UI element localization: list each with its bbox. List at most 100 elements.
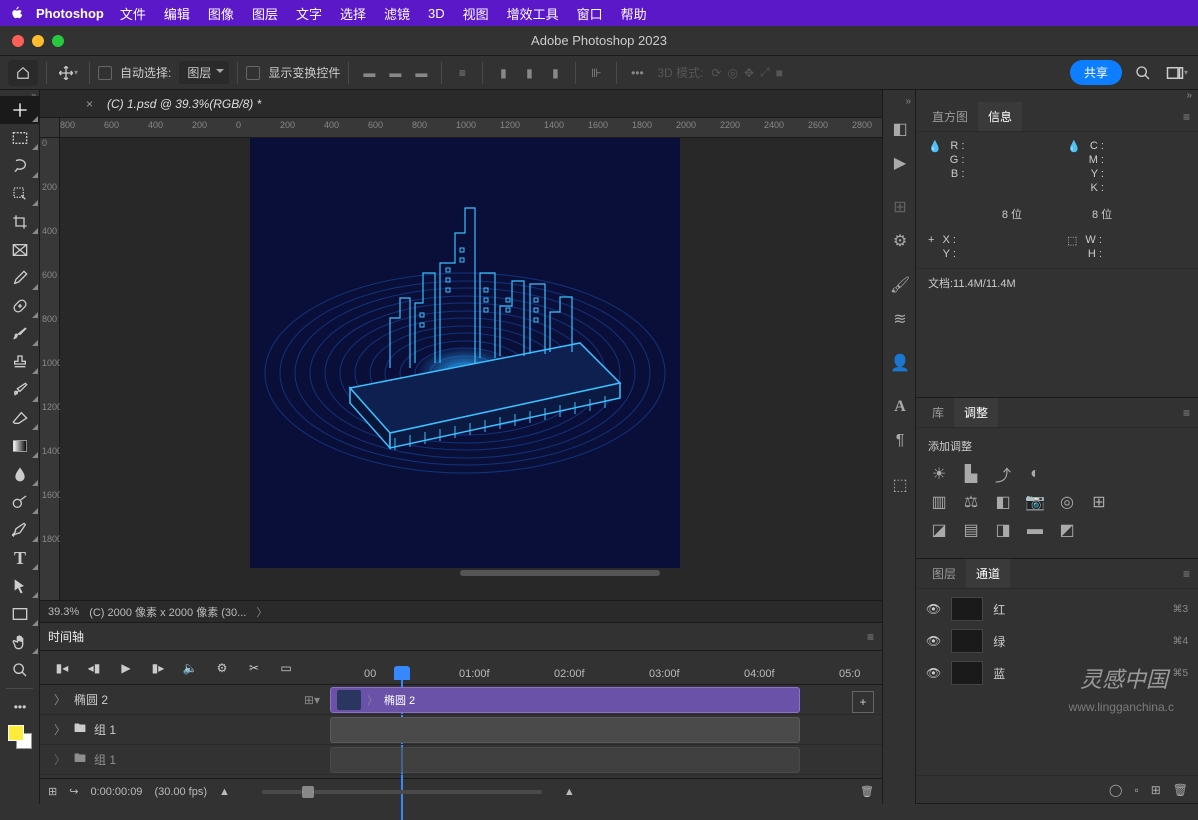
tab-adjustments[interactable]: 调整 bbox=[954, 398, 998, 427]
load-selection-icon[interactable]: ◯ bbox=[1109, 783, 1122, 797]
marquee-tool[interactable] bbox=[0, 124, 40, 152]
quick-select-tool[interactable] bbox=[0, 180, 40, 208]
convert-frames-icon[interactable]: ⊞ bbox=[48, 785, 57, 798]
channel-row[interactable]: 👁 红 ⌘3 bbox=[916, 593, 1198, 625]
timeline-clip[interactable] bbox=[330, 717, 800, 743]
menu-view[interactable]: 视图 bbox=[463, 4, 489, 23]
menu-file[interactable]: 文件 bbox=[120, 4, 146, 23]
eyedropper-tool[interactable] bbox=[0, 264, 40, 292]
panel-menu-icon[interactable]: ≡ bbox=[1183, 567, 1190, 581]
type-tool[interactable]: T bbox=[0, 544, 40, 572]
ruler-horizontal[interactable]: 8006004002000200400600800100012001400160… bbox=[40, 118, 882, 138]
visibility-icon[interactable]: 👁 bbox=[926, 602, 941, 616]
current-time[interactable]: 0:00:00:09 bbox=[90, 786, 142, 798]
chevron-right-icon[interactable]: 〉 bbox=[54, 691, 66, 708]
invert-icon[interactable]: ◪ bbox=[928, 520, 950, 540]
timeline-clip[interactable]: 〉 椭圆 2 bbox=[330, 687, 800, 713]
status-expand-icon[interactable]: 〉 bbox=[256, 604, 267, 620]
save-selection-icon[interactable]: ▫ bbox=[1134, 783, 1138, 797]
tab-libraries[interactable]: 库 bbox=[922, 398, 954, 427]
hue-icon[interactable]: ⚖ bbox=[960, 492, 982, 512]
character-icon[interactable]: A bbox=[883, 390, 917, 424]
search-icon[interactable] bbox=[1130, 60, 1156, 86]
menu-filter[interactable]: 滤镜 bbox=[384, 4, 410, 23]
auto-select-checkbox[interactable] bbox=[98, 66, 112, 80]
move-tool[interactable] bbox=[0, 96, 40, 124]
chevron-right-icon[interactable]: 〉 bbox=[54, 751, 66, 768]
menu-layer[interactable]: 图层 bbox=[252, 4, 278, 23]
timeline-track[interactable]: 〉🖿组 1 bbox=[40, 715, 882, 745]
canvas[interactable] bbox=[250, 138, 680, 568]
tab-histogram[interactable]: 直方图 bbox=[922, 102, 978, 131]
gradient-tool[interactable] bbox=[0, 432, 40, 460]
align-top-icon[interactable]: ▮ bbox=[491, 61, 515, 85]
zoom-level[interactable]: 39.3% bbox=[48, 606, 79, 618]
delete-icon[interactable]: 🗑 bbox=[860, 785, 874, 798]
prev-frame-button[interactable]: ◂▮ bbox=[80, 656, 108, 680]
zoom-in-icon[interactable]: ▲ bbox=[564, 786, 575, 798]
track-options-icon[interactable]: ⊞▾ bbox=[304, 693, 320, 707]
timeline-track[interactable]: 〉🖿组 1 bbox=[40, 745, 882, 775]
menu-window[interactable]: 窗口 bbox=[577, 4, 603, 23]
foreground-swatch[interactable] bbox=[8, 725, 24, 741]
menu-select[interactable]: 选择 bbox=[340, 4, 366, 23]
3d-roll-icon[interactable]: ◎ bbox=[727, 66, 737, 80]
3d-panel-icon[interactable]: ⬚ bbox=[883, 468, 917, 502]
home-button[interactable] bbox=[8, 60, 38, 86]
3d-camera-icon[interactable]: ■ bbox=[776, 66, 783, 80]
color-lookup-icon[interactable]: ⊞ bbox=[1088, 492, 1110, 512]
align-left-icon[interactable]: ▬ bbox=[357, 61, 381, 85]
dodge-tool[interactable] bbox=[0, 488, 40, 516]
doc-info[interactable]: (C) 2000 像素 x 2000 像素 (30... bbox=[89, 604, 246, 620]
channel-row[interactable]: 👁 绿 ⌘4 bbox=[916, 625, 1198, 657]
zoom-tool[interactable] bbox=[0, 656, 40, 684]
timeline-title[interactable]: 时间轴 bbox=[48, 628, 84, 645]
new-channel-icon[interactable]: ⊞ bbox=[1151, 783, 1161, 797]
more-align-icon[interactable]: ⊪ bbox=[584, 61, 608, 85]
playhead[interactable] bbox=[394, 666, 410, 686]
levels-icon[interactable]: ▙ bbox=[960, 464, 982, 484]
close-window-button[interactable] bbox=[12, 35, 24, 47]
menu-image[interactable]: 图像 bbox=[208, 4, 234, 23]
brightness-icon[interactable]: ☀ bbox=[928, 464, 950, 484]
photo-filter-icon[interactable]: 📷 bbox=[1024, 492, 1046, 512]
bw-icon[interactable]: ◧ bbox=[992, 492, 1014, 512]
expand-panels-icon[interactable]: » bbox=[883, 96, 915, 112]
zoom-out-icon[interactable]: ▲ bbox=[219, 786, 230, 798]
history-icon[interactable]: 👤 bbox=[883, 346, 917, 380]
tab-layers[interactable]: 图层 bbox=[922, 559, 966, 588]
play-button[interactable]: ▶ bbox=[112, 656, 140, 680]
posterize-icon[interactable]: ▤ bbox=[960, 520, 982, 540]
curves-icon[interactable]: ⤴ bbox=[992, 464, 1014, 484]
exposure-icon[interactable]: ◐ bbox=[1024, 464, 1046, 484]
color-swatches[interactable] bbox=[8, 725, 32, 749]
pen-tool[interactable] bbox=[0, 516, 40, 544]
path-select-tool[interactable] bbox=[0, 572, 40, 600]
collapse-panels-icon[interactable]: » bbox=[916, 90, 1198, 102]
selective-color-icon[interactable]: ◩ bbox=[1056, 520, 1078, 540]
color-panel-icon[interactable]: ◧ bbox=[883, 112, 917, 146]
auto-select-target-dropdown[interactable]: 图层 bbox=[179, 61, 229, 84]
menu-type[interactable]: 文字 bbox=[296, 4, 322, 23]
ruler-vertical[interactable]: 020040060080010001200140016001800 bbox=[40, 138, 60, 600]
swatches-icon[interactable]: ⊞ bbox=[883, 190, 917, 224]
ruler-corner[interactable] bbox=[40, 118, 60, 137]
panel-menu-icon[interactable]: ≡ bbox=[1183, 110, 1190, 124]
timeline-menu-icon[interactable]: ≡ bbox=[867, 630, 874, 644]
workspace-switcher-icon[interactable]: ▾ bbox=[1164, 60, 1190, 86]
align-right-icon[interactable]: ▬ bbox=[409, 61, 433, 85]
vibrance-icon[interactable]: ▥ bbox=[928, 492, 950, 512]
share-button[interactable]: 共享 bbox=[1070, 60, 1122, 85]
audio-button[interactable]: 🔈 bbox=[176, 656, 204, 680]
next-frame-button[interactable]: ▮▸ bbox=[144, 656, 172, 680]
hand-tool[interactable] bbox=[0, 628, 40, 656]
transition-button[interactable]: ▭ bbox=[272, 656, 300, 680]
show-transform-checkbox[interactable] bbox=[246, 66, 260, 80]
healing-tool[interactable] bbox=[0, 292, 40, 320]
horizontal-scrollbar[interactable] bbox=[460, 570, 660, 576]
align-center-h-icon[interactable]: ▬ bbox=[383, 61, 407, 85]
align-bottom-icon[interactable]: ▮ bbox=[543, 61, 567, 85]
menu-3d[interactable]: 3D bbox=[428, 6, 445, 21]
stamp-tool[interactable] bbox=[0, 348, 40, 376]
channel-row[interactable]: 👁 蓝 ⌘5 bbox=[916, 657, 1198, 689]
